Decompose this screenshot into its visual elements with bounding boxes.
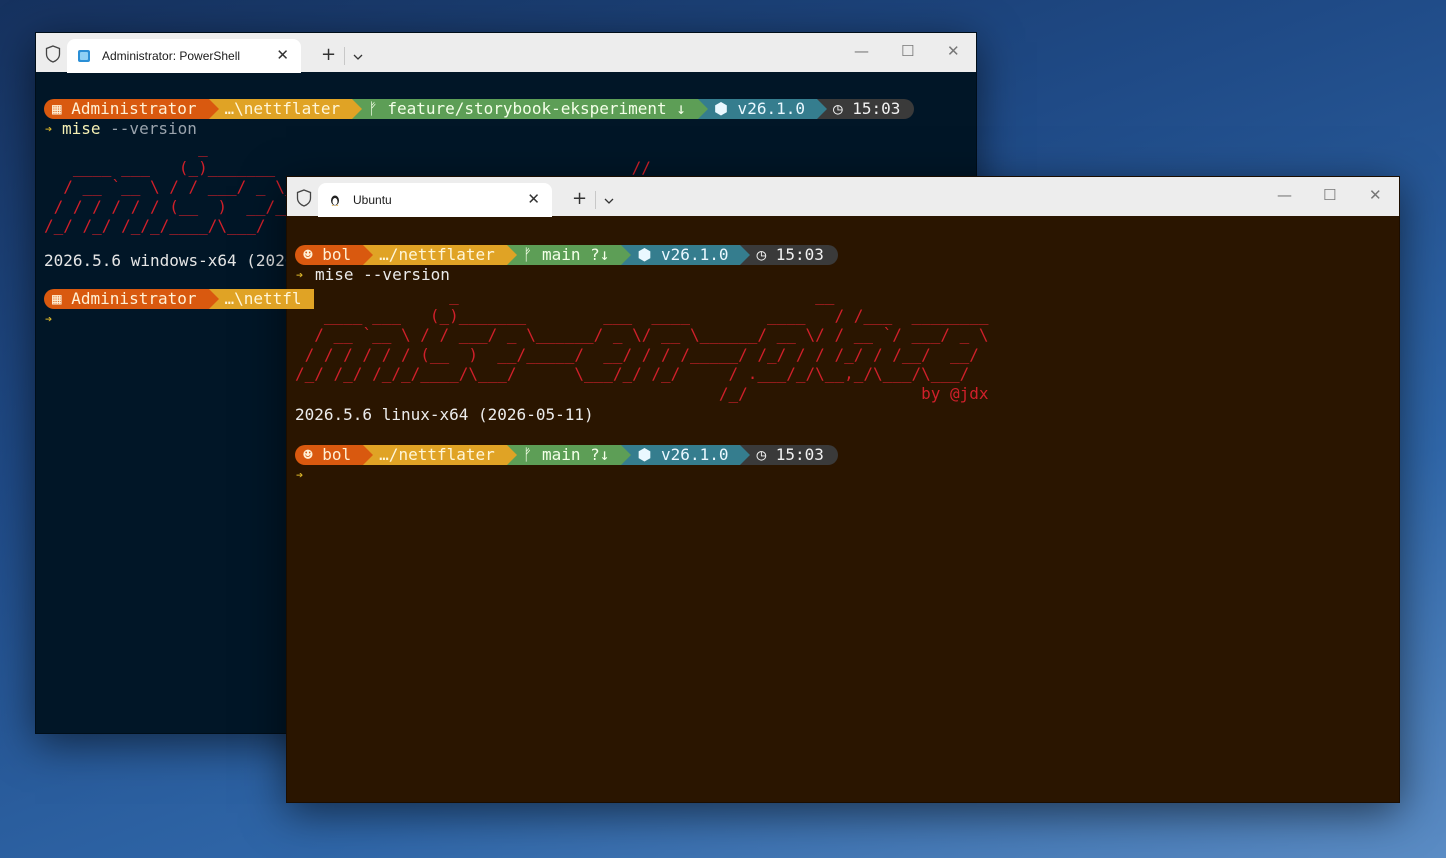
shield-icon [45,45,61,63]
close-button[interactable]: ✕ [947,42,960,60]
maximize-button[interactable]: ☐ [1323,186,1336,204]
close-button[interactable]: ✕ [1369,186,1382,204]
powershell-icon [78,50,90,62]
prompt-node-segment: ⬢ v26.1.0 [697,99,827,119]
tab-close-button[interactable]: ✕ [276,46,289,64]
prompt-user-segment: ▦ Administrator [44,289,219,309]
chevron-down-icon[interactable] [353,54,363,60]
prompt-line: ☻ bol …/nettflater ᚠ main ?↓ ⬢ v26.1.0 ◷… [295,245,838,265]
version-output: 2026.5.6 windows-x64 (2026- [44,251,305,270]
command-line: mise --version [62,119,197,138]
prompt-caret: ➔ [45,312,53,326]
prompt-time-segment: ◷ 15:03 [740,245,838,265]
prompt-path-segment: …\nettfl [208,289,314,309]
prompt-line-2: ▦ Administrator …\nettfl [44,289,314,309]
prompt-path-segment: …/nettflater [363,445,517,465]
prompt-path-segment: …\nettflater [208,99,363,119]
command-line: mise --version [315,265,450,284]
tab-close-button[interactable]: ✕ [527,190,540,208]
ubuntu-terminal[interactable]: ☻ bol …/nettflater ᚠ main ?↓ ⬢ v26.1.0 ◷… [287,216,1399,802]
prompt-time-segment: ◷ 15:03 [740,445,838,465]
prompt-time-segment: ◷ 15:03 [816,99,915,119]
new-tab-button[interactable]: + [572,188,587,209]
command-name: mise [62,119,101,138]
prompt-user-segment: ☻ bol [295,245,374,265]
prompt-user-segment: ☻ bol [295,445,374,465]
tab-title: Ubuntu [353,193,392,207]
command-args: --version [100,119,197,138]
prompt-caret: ➔ [296,268,304,282]
divider [595,191,596,209]
maximize-button[interactable]: ☐ [901,42,914,60]
prompt-user-segment: ▦ Administrator [44,99,219,119]
divider [344,47,345,65]
prompt-node-segment: ⬢ v26.1.0 [621,445,751,465]
minimize-button[interactable]: — [854,42,869,60]
prompt-caret: ➔ [45,122,53,136]
prompt-node-segment: ⬢ v26.1.0 [621,245,751,265]
prompt-caret: ➔ [296,468,304,482]
tab-powershell[interactable]: Administrator: PowerShell ✕ [67,39,301,73]
chevron-down-icon[interactable] [604,198,614,204]
prompt-git-segment: ᚠ main ?↓ [506,245,632,265]
linux-penguin-icon [331,195,339,206]
ascii-art-logo: _ __ ____ ___ (_)_______ ___ ____ ____ /… [295,286,989,403]
new-tab-button[interactable]: + [321,44,336,65]
tab-title: Administrator: PowerShell [102,49,241,63]
ubuntu-titlebar[interactable]: Ubuntu ✕ + — ☐ ✕ [287,177,1399,217]
prompt-git-segment: ᚠ feature/storybook-eksperiment ↓ [352,99,708,119]
prompt-git-segment: ᚠ main ?↓ [506,445,632,465]
prompt-line-2: ☻ bol …/nettflater ᚠ main ?↓ ⬢ v26.1.0 ◷… [295,445,838,465]
prompt-line: ▦ Administrator …\nettflater ᚠ feature/s… [44,99,915,119]
minimize-button[interactable]: — [1277,186,1292,204]
ubuntu-window[interactable]: Ubuntu ✕ + — ☐ ✕ ☻ bol …/nettflater ᚠ ma… [286,176,1400,803]
shield-icon [296,189,312,207]
prompt-path-segment: …/nettflater [363,245,517,265]
version-output: 2026.5.6 linux-x64 (2026-05-11) [295,405,594,424]
tab-ubuntu[interactable]: Ubuntu ✕ [318,183,552,217]
powershell-titlebar[interactable]: Administrator: PowerShell ✕ + — ☐ ✕ [36,33,976,73]
